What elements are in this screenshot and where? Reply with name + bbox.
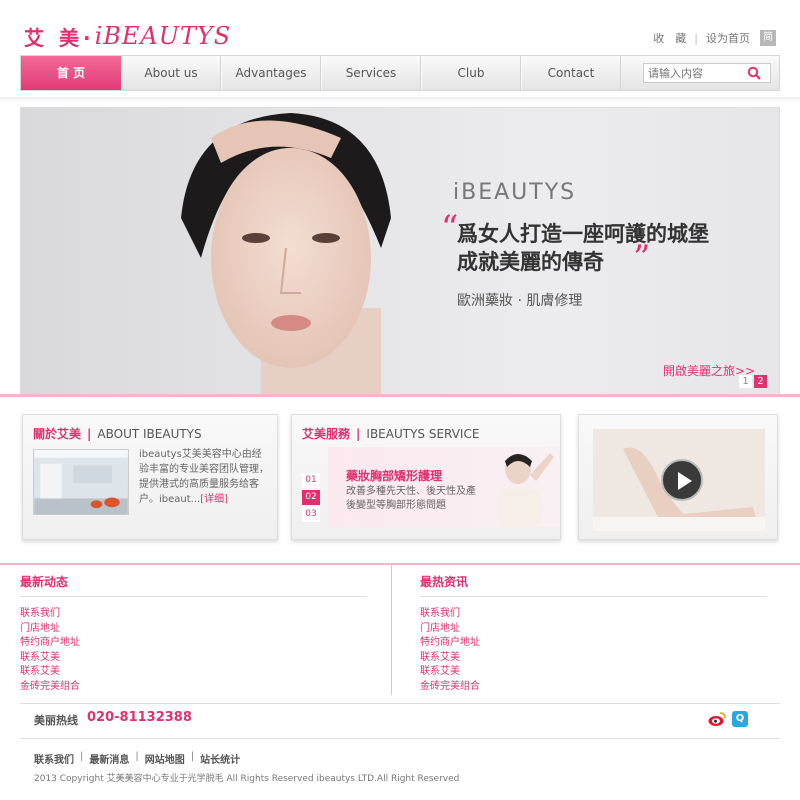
bookmark-link[interactable]: 收 藏 [653, 30, 686, 46]
footer-link-sitemap[interactable]: 网站地图 [145, 751, 185, 766]
about-description: ibeautys艾美美容中心由经验丰富的专业美容团队管理，提供港式的高质量服务给… [139, 447, 269, 507]
service-tab-02[interactable]: 02 [302, 490, 320, 505]
latest-news-item[interactable]: 联系我们 [20, 607, 366, 622]
latest-news-item[interactable]: 金砖完美组合 [20, 680, 366, 695]
weibo-icon[interactable] [708, 711, 726, 727]
nav-item-contact[interactable]: Contact [521, 56, 621, 90]
portrait-image [181, 113, 391, 396]
news-top-border [0, 563, 800, 565]
nav-item-club[interactable]: Club [421, 56, 521, 90]
top-links-separator: | [694, 31, 698, 45]
nav-item-about-us[interactable]: About us [121, 56, 221, 90]
salon-interior-image [33, 449, 129, 515]
latest-news-item[interactable]: 联系艾美 [20, 651, 366, 666]
latest-news-item[interactable]: 联系艾美 [20, 665, 366, 680]
hotline-label: 美丽热线 [34, 714, 78, 727]
footer-link-news[interactable]: 最新消息 [89, 751, 129, 766]
hot-news-item[interactable]: 联系艾美 [420, 665, 766, 680]
footer-divider-bottom [20, 738, 780, 739]
latest-news-item[interactable]: 特约商户地址 [20, 636, 366, 651]
hero-banner[interactable]: iBEAUTYS “ 爲女人打造一座呵護的城堡 成就美麗的傳奇 ” 歐洲藥妝 ·… [20, 107, 780, 397]
about-box: 關於艾美 | ABOUT IBEAUTYS ibeautys艾美美容中心由经验丰富的… [22, 414, 278, 540]
service-slide-title: 藥妝胸部矯形護理 [346, 469, 443, 483]
footer-divider-top [20, 703, 780, 704]
banner-quote-open: “ [441, 208, 459, 248]
banner-page-2-button[interactable]: 2 [754, 375, 767, 388]
hot-news-title: 最热资讯 [420, 573, 766, 597]
services-title: 艾美服務 | IBEAUTYS SERVICE [302, 425, 479, 442]
banner-sub-slogan: 歐洲藥妝 · 肌膚修理 [457, 293, 583, 309]
footer-link-separator: | [80, 751, 84, 762]
service-tab-03[interactable]: 03 [302, 507, 320, 522]
header-divider [0, 97, 800, 102]
main-nav: 首 页 About us Advantages Services Club Co… [20, 55, 780, 91]
latest-news-title: 最新动态 [20, 573, 366, 597]
news-column-divider [391, 565, 392, 695]
hot-news-item[interactable]: 金砖完美组合 [420, 680, 766, 695]
banner-page-1-button[interactable]: 1 [739, 375, 752, 388]
search-icon[interactable] [744, 64, 764, 82]
language-toggle-button[interactable]: 简 [760, 30, 776, 46]
services-box: 艾美服務 | IBEAUTYS SERVICE 藥妝胸部矯形護理 改善多種先天性、後… [291, 414, 561, 540]
footer-link-separator: | [135, 751, 139, 762]
footer-link-separator: | [190, 751, 195, 762]
service-slide[interactable]: 藥妝胸部矯形護理 改善多種先天性、後天性及產後變型等胸部形態問題 [328, 447, 560, 527]
banner-bottom-border [0, 394, 800, 397]
service-slide-description: 改善多種先天性、後天性及產後變型等胸部形態問題 [346, 486, 476, 511]
play-icon[interactable] [661, 459, 703, 501]
banner-pager: 1 2 [739, 375, 767, 388]
latest-news-item[interactable]: 门店地址 [20, 622, 366, 637]
banner-slogan-line1: 爲女人打造一座呵護的城堡 [457, 222, 709, 246]
video-box [578, 414, 778, 540]
footer-link-stats[interactable]: 站长统计 [200, 751, 240, 766]
search-box [643, 63, 771, 83]
hot-news-item[interactable]: 特约商户地址 [420, 636, 766, 651]
nav-item-services[interactable]: Services [321, 56, 421, 90]
banner-brand: iBEAUTYS [453, 180, 577, 205]
services-title-en: IBEAUTYS SERVICE [366, 427, 480, 441]
logo-chinese-text: 艾 美· [24, 25, 95, 50]
logo-english-text: iBEAUTYS [94, 22, 232, 50]
copyright-text: 2013 Copyright 艾美美容中心专业于光学脱毛 All Rights … [34, 774, 460, 784]
footer-link-contact[interactable]: 联系我们 [34, 751, 74, 766]
search-input[interactable] [644, 66, 744, 80]
title-divider: | [356, 427, 361, 441]
top-links: 收 藏 | 设为首页 简 [653, 30, 776, 46]
services-title-cn: 艾美服務 [302, 427, 351, 441]
about-more-link[interactable]: [详细] [200, 494, 228, 505]
site-logo[interactable]: 艾 美· iBEAUTYS [24, 20, 231, 52]
hot-news-column: 最热资讯 联系我们 门店地址 特约商户地址 联系艾美 联系艾美 金砖完美组合 [420, 573, 766, 694]
hot-news-item[interactable]: 联系我们 [420, 607, 766, 622]
banner-slogan-line2: 成就美麗的傳奇 [457, 250, 604, 274]
footer-links: 联系我们 | 最新消息 | 网站地图 | 站长统计 [34, 751, 240, 766]
set-homepage-link[interactable]: 设为首页 [706, 30, 750, 46]
about-title-en: ABOUT IBEAUTYS [97, 427, 202, 441]
service-tab-01[interactable]: 01 [302, 473, 320, 488]
hotline-number: 020-81132388 [87, 710, 192, 725]
hot-news-item[interactable]: 门店地址 [420, 622, 766, 637]
about-title: 關於艾美 | ABOUT IBEAUTYS [33, 425, 202, 442]
about-title-cn: 關於艾美 [33, 427, 82, 441]
title-divider: | [87, 427, 92, 441]
service-tab-list: 01 02 03 [302, 473, 322, 524]
nav-item-advantages[interactable]: Advantages [221, 56, 321, 90]
nav-item-home[interactable]: 首 页 [21, 56, 121, 90]
latest-news-column: 最新动态 联系我们 门店地址 特约商户地址 联系艾美 联系艾美 金砖完美组合 [20, 573, 366, 694]
video-thumbnail[interactable] [593, 429, 765, 531]
banner-quote-close: ” [633, 238, 651, 278]
qq-icon[interactable]: Q [732, 711, 748, 727]
hot-news-item[interactable]: 联系艾美 [420, 651, 766, 666]
service-model-image [498, 453, 554, 527]
